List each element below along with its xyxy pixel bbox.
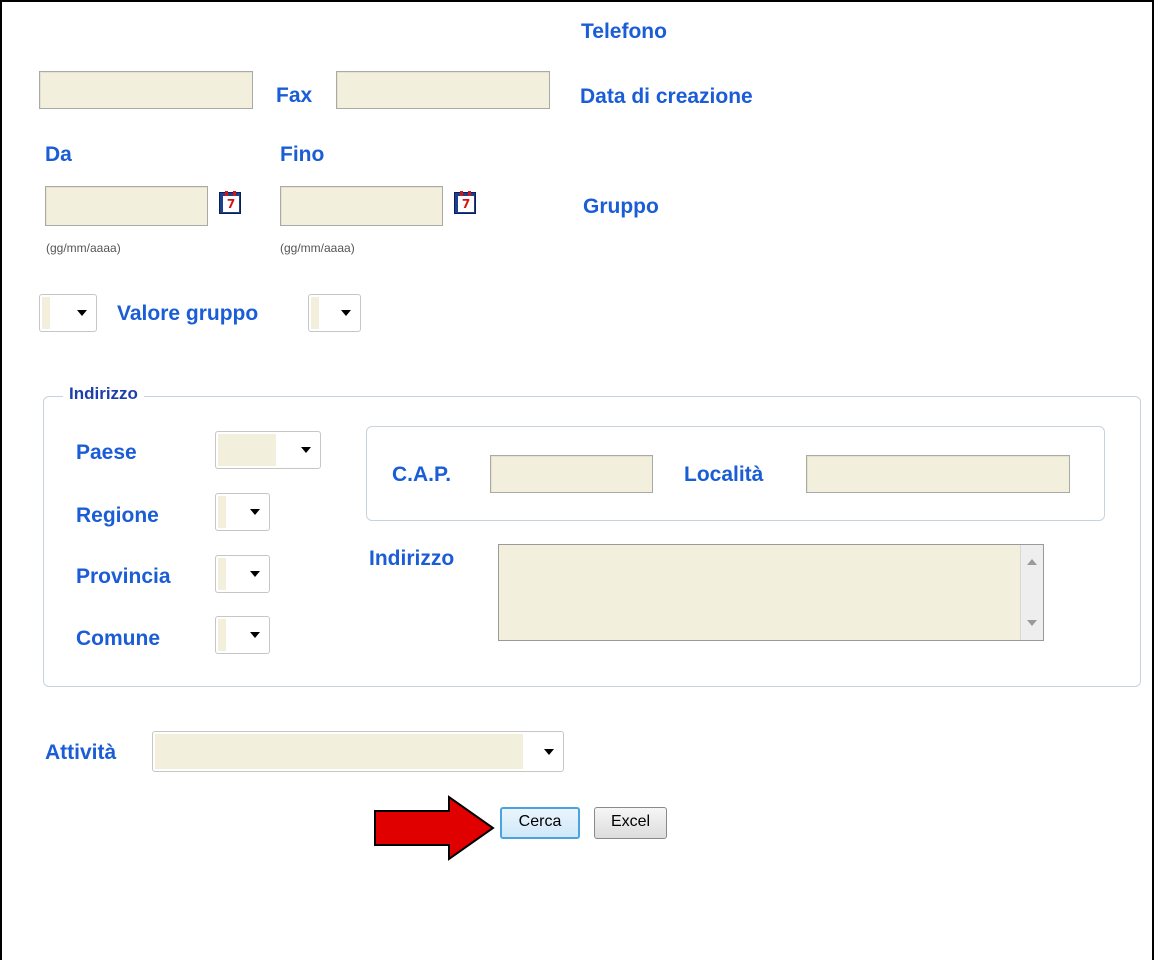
label-localita: Località: [684, 463, 764, 486]
label-telefono: Telefono: [581, 20, 667, 43]
select-value: [218, 496, 226, 528]
select-value: [218, 434, 276, 466]
dropdown-arrow-icon: [250, 509, 260, 515]
select-value: [311, 297, 319, 329]
calendar-icon[interactable]: 7: [219, 191, 241, 214]
label-regione: Regione: [76, 504, 159, 527]
paese-select[interactable]: [215, 431, 321, 469]
date-from-format-hint: (gg/mm/aaaa): [46, 241, 121, 255]
label-paese: Paese: [76, 441, 137, 464]
dropdown-arrow-icon: [544, 748, 554, 755]
calendar-page: 7: [458, 196, 474, 212]
label-valore-gruppo: Valore gruppo: [117, 302, 259, 325]
label-comune: Comune: [76, 627, 160, 650]
valore-gruppo-select[interactable]: [308, 294, 361, 332]
label-cap: C.A.P.: [392, 463, 452, 486]
dropdown-arrow-icon: [250, 571, 260, 577]
red-arrow-icon: [374, 795, 495, 861]
comune-select[interactable]: [215, 616, 270, 654]
select-value: [155, 734, 523, 769]
gruppo-select[interactable]: [39, 294, 97, 332]
cerca-button[interactable]: Cerca: [500, 807, 580, 839]
dropdown-arrow-icon: [77, 310, 87, 316]
telefono-input[interactable]: [39, 71, 253, 109]
select-value: [218, 619, 226, 651]
attivita-select[interactable]: [152, 731, 564, 772]
excel-button[interactable]: Excel: [594, 807, 667, 839]
select-value: [218, 558, 226, 590]
dropdown-arrow-icon: [301, 447, 311, 453]
fax-input[interactable]: [336, 71, 550, 109]
label-da: Da: [45, 143, 72, 166]
label-data-creazione: Data di creazione: [580, 85, 753, 108]
label-provincia: Provincia: [76, 565, 171, 588]
label-gruppo: Gruppo: [583, 195, 659, 218]
calendar-page: 7: [223, 196, 239, 212]
label-attivita: Attività: [45, 741, 117, 764]
textarea-scrollbar[interactable]: [1020, 545, 1043, 640]
indirizzo-legend: Indirizzo: [63, 384, 144, 404]
dropdown-arrow-icon: [341, 310, 351, 316]
date-to-format-hint: (gg/mm/aaaa): [280, 241, 355, 255]
regione-select[interactable]: [215, 493, 270, 531]
localita-input[interactable]: [806, 455, 1070, 493]
provincia-select[interactable]: [215, 555, 270, 593]
scroll-down-icon[interactable]: [1027, 620, 1037, 626]
dropdown-arrow-icon: [250, 632, 260, 638]
calendar-icon[interactable]: 7: [454, 191, 476, 214]
date-to-input[interactable]: [280, 186, 443, 226]
select-value: [42, 297, 50, 329]
label-indirizzo: Indirizzo: [369, 547, 455, 570]
cap-input[interactable]: [490, 455, 653, 493]
date-from-input[interactable]: [45, 186, 208, 226]
indirizzo-textarea[interactable]: [498, 544, 1044, 641]
label-fino: Fino: [280, 143, 325, 166]
scroll-up-icon[interactable]: [1027, 559, 1037, 565]
label-fax: Fax: [276, 84, 313, 107]
